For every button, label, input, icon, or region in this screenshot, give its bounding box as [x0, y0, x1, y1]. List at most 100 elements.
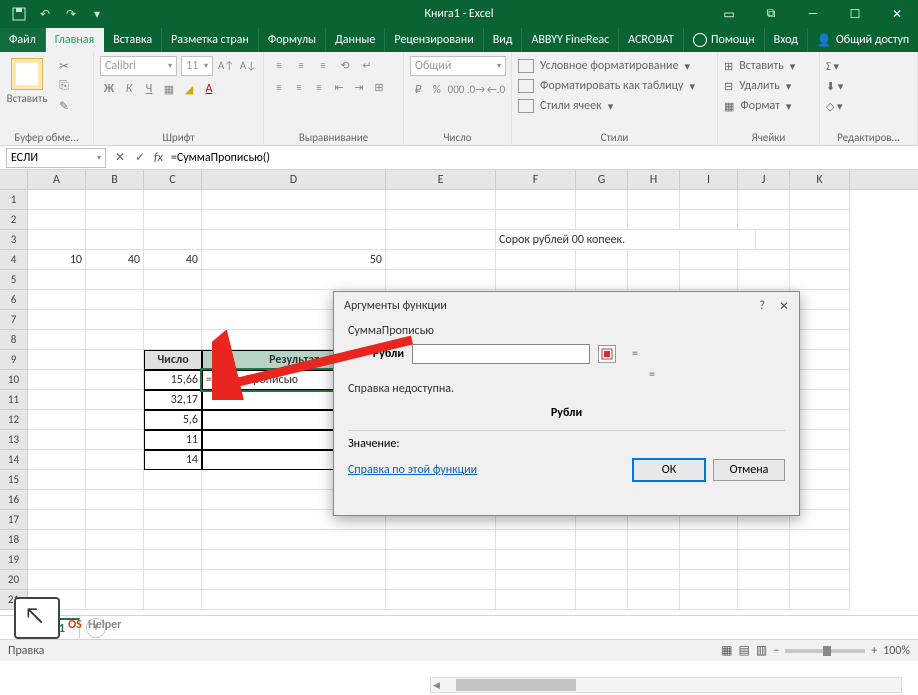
underline-button[interactable]: Ч [140, 80, 158, 98]
font-color-button[interactable]: A [200, 80, 218, 98]
cell[interactable] [790, 210, 850, 230]
cell[interactable] [496, 570, 576, 590]
cell[interactable] [680, 570, 738, 590]
cell[interactable] [790, 530, 850, 550]
row-header[interactable]: 20 [0, 570, 28, 590]
row-header[interactable]: 7 [0, 310, 28, 330]
cell[interactable] [576, 590, 628, 610]
cell[interactable]: 11 [144, 430, 202, 450]
cell[interactable] [28, 470, 86, 490]
cell[interactable] [738, 190, 790, 210]
name-box[interactable]: ЕСЛИ▾ [6, 148, 106, 168]
cell[interactable] [576, 250, 628, 270]
col-header[interactable]: C [144, 170, 202, 189]
inc-decimal-icon[interactable]: .0→ [467, 80, 485, 98]
cell[interactable] [576, 530, 628, 550]
conditional-format-button[interactable]: Условное форматирование ▾ [518, 56, 711, 76]
col-header[interactable]: J [738, 170, 790, 189]
row-header[interactable]: 18 [0, 530, 28, 550]
ribbon-options-icon[interactable]: ▭ [708, 0, 750, 28]
undo-icon[interactable]: ↶ [34, 3, 56, 25]
tab-acrobat[interactable]: ACROBAT [619, 28, 684, 52]
cell[interactable]: Число [144, 350, 202, 370]
tab-review[interactable]: Рецензировани [385, 28, 483, 52]
row-header[interactable]: 1 [0, 190, 28, 210]
horizontal-scrollbar[interactable]: ◀ [430, 677, 902, 693]
help-link-icon[interactable]: ⧉ [750, 0, 792, 28]
minimize-button[interactable]: — [792, 0, 834, 28]
cell[interactable]: 50 [202, 250, 386, 270]
select-all-corner[interactable] [0, 170, 28, 189]
maximize-button[interactable]: ☐ [834, 0, 876, 28]
cell[interactable]: 32,17 [144, 390, 202, 410]
cell[interactable] [86, 210, 144, 230]
cell[interactable] [386, 270, 496, 290]
cell[interactable] [628, 550, 680, 570]
cell[interactable] [28, 330, 86, 350]
row-header[interactable]: 17 [0, 510, 28, 530]
increase-font-icon[interactable]: A↑ [217, 56, 235, 74]
cell[interactable] [790, 230, 850, 250]
align-left-icon[interactable]: ≡ [270, 78, 288, 96]
bold-button[interactable]: Ж [100, 80, 118, 98]
paste-button[interactable]: Вставить [6, 56, 48, 114]
view-normal-icon[interactable]: ▦ [721, 643, 732, 658]
cell[interactable] [576, 270, 628, 290]
row-header[interactable]: 3 [0, 230, 28, 250]
cell[interactable] [738, 210, 790, 230]
wrap-text-icon[interactable]: ↵ [358, 56, 376, 74]
cell[interactable] [628, 250, 680, 270]
cell[interactable] [144, 490, 202, 510]
tab-formulas[interactable]: Формулы [259, 28, 326, 52]
cell[interactable] [738, 530, 790, 550]
cell[interactable] [28, 190, 86, 210]
fx-icon[interactable]: fx [154, 151, 163, 165]
indent-inc-icon[interactable]: ⇥ [350, 78, 368, 96]
cell[interactable] [28, 410, 86, 430]
cell[interactable] [386, 190, 496, 210]
cell[interactable] [680, 270, 738, 290]
cell[interactable] [86, 450, 144, 470]
cell[interactable]: 5,6 [144, 410, 202, 430]
currency-icon[interactable]: ₽ [410, 80, 427, 98]
cell[interactable] [202, 210, 386, 230]
cell[interactable] [680, 590, 738, 610]
col-header[interactable]: I [680, 170, 738, 189]
col-header[interactable]: D [202, 170, 386, 189]
cell[interactable] [86, 470, 144, 490]
dec-decimal-icon[interactable]: ←.0 [487, 80, 505, 98]
col-header[interactable]: H [628, 170, 680, 189]
tab-share[interactable]: 👤Общий доступ [808, 28, 918, 52]
cell[interactable] [680, 250, 738, 270]
cell[interactable] [576, 210, 628, 230]
cell[interactable] [144, 570, 202, 590]
col-header[interactable]: E [386, 170, 496, 189]
function-help-link[interactable]: Справка по этой функции [348, 463, 477, 477]
row-header[interactable]: 2 [0, 210, 28, 230]
cell[interactable] [144, 530, 202, 550]
cell[interactable] [386, 570, 496, 590]
cell[interactable] [628, 590, 680, 610]
cancel-button[interactable]: Отмена [713, 459, 785, 481]
cell[interactable]: Сорок рублей 00 копеек. [496, 230, 756, 250]
cell[interactable] [738, 590, 790, 610]
save-icon[interactable] [8, 3, 30, 25]
row-header[interactable]: 19 [0, 550, 28, 570]
fill-button[interactable]: ⬇ ▾ [826, 76, 911, 96]
cell[interactable] [86, 330, 144, 350]
comma-icon[interactable]: 000 [447, 80, 465, 98]
cell[interactable] [576, 190, 628, 210]
col-header[interactable]: G [576, 170, 628, 189]
accept-formula-icon[interactable]: ✓ [130, 148, 150, 168]
cell[interactable] [738, 250, 790, 270]
row-header[interactable]: 16 [0, 490, 28, 510]
cell[interactable] [386, 550, 496, 570]
cell[interactable] [86, 290, 144, 310]
cell[interactable] [202, 190, 386, 210]
cell[interactable] [144, 210, 202, 230]
cell[interactable] [86, 490, 144, 510]
row-header[interactable]: 14 [0, 450, 28, 470]
percent-icon[interactable]: % [429, 80, 446, 98]
cell[interactable] [144, 330, 202, 350]
cell[interactable] [496, 250, 576, 270]
